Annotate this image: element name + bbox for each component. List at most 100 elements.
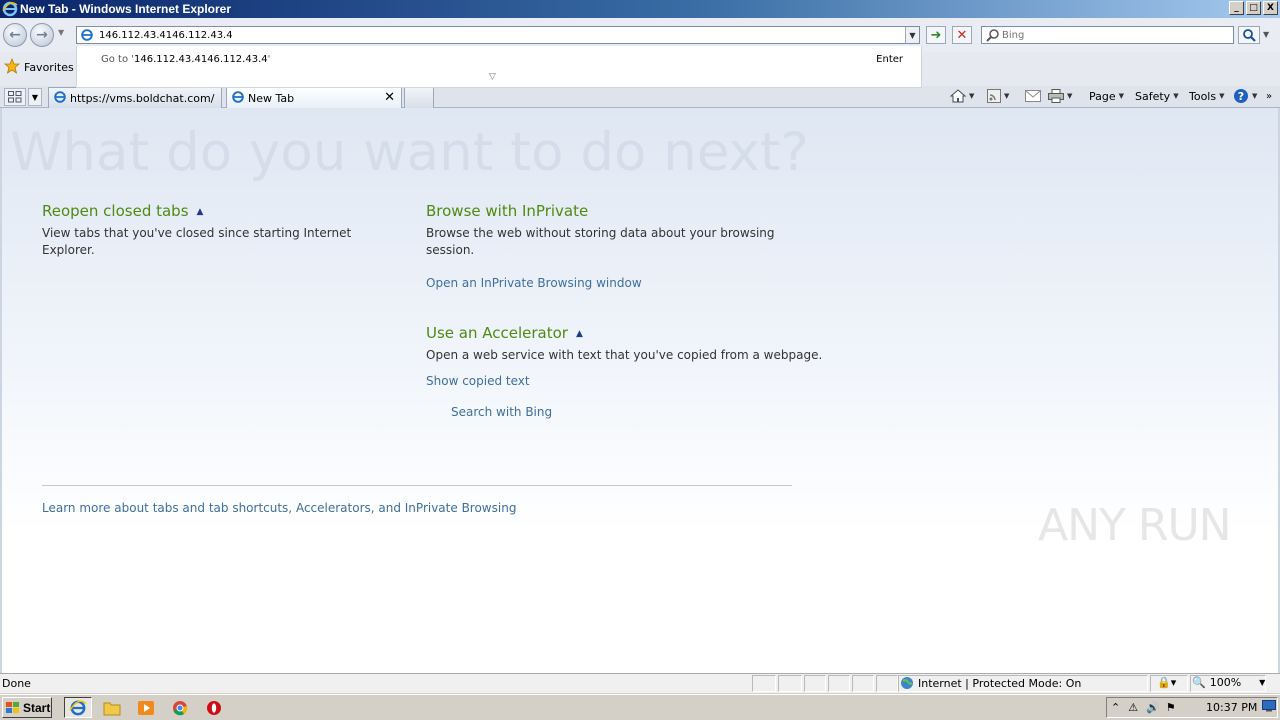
favorites-star-icon	[3, 57, 21, 77]
volume-icon[interactable]: 🔊	[1146, 701, 1160, 714]
flag-icon[interactable]: ⚑	[1166, 701, 1176, 714]
status-cell	[876, 675, 898, 692]
feeds-chevron-icon[interactable]: ▼	[1004, 92, 1009, 100]
home-icon	[950, 89, 966, 103]
goto-suggestion[interactable]: Go to '146.112.43.4146.112.43.4'	[101, 54, 270, 65]
svg-text:?: ?	[1238, 90, 1244, 103]
search-input[interactable]	[1002, 28, 1230, 42]
taskbar-chrome-button[interactable]	[166, 697, 194, 718]
security-zone[interactable]: Internet | Protected Mode: On	[900, 676, 1081, 690]
new-tab-page: What do you want to do next? Reopen clos…	[0, 108, 1280, 673]
status-cell	[828, 675, 850, 692]
new-tab-button[interactable]	[404, 87, 434, 108]
tab-new-tab[interactable]: New Tab ✕	[226, 87, 402, 108]
recent-pages-chevron-icon[interactable]: ▼	[58, 28, 64, 37]
close-button[interactable]: X	[1263, 1, 1278, 15]
home-button[interactable]: ▼	[950, 87, 974, 105]
go-button[interactable]: ➜	[926, 26, 946, 44]
print-button[interactable]: ▼	[1048, 87, 1072, 105]
learn-more-link[interactable]: Learn more about tabs and tab shortcuts,…	[42, 501, 516, 515]
quick-tabs-button[interactable]	[4, 88, 26, 106]
goto-suffix: '	[267, 54, 271, 65]
status-cell	[752, 675, 776, 692]
status-cell	[852, 675, 874, 692]
action-center-icon[interactable]: ⚠	[1128, 701, 1138, 714]
tab-boldchat[interactable]: https://vms.boldchat.com/	[48, 87, 222, 108]
read-mail-button[interactable]	[1025, 87, 1041, 105]
lock-icon: 🔒▾	[1157, 676, 1177, 689]
show-copied-text-link[interactable]: Show copied text	[426, 374, 530, 388]
favorites-button[interactable]: Favorites	[3, 57, 74, 77]
status-bar: Done Internet | Protected Mode: On 🔒▾ 🔍 …	[0, 673, 1280, 693]
magnifier-icon	[1243, 29, 1256, 42]
zoom-control[interactable]: 🔍 100% ▼	[1192, 676, 1265, 689]
back-arrow-icon: ←	[9, 27, 21, 43]
chrome-icon	[173, 700, 188, 715]
favorites-bar: Favorites	[0, 52, 76, 88]
forward-arrow-icon: →	[36, 27, 48, 43]
inprivate-description: Browse the web without storing data abou…	[426, 226, 775, 257]
page-menu[interactable]: Page ▼	[1089, 87, 1124, 105]
window-title: New Tab - Windows Internet Explorer	[20, 2, 232, 16]
quick-tabs-grid-icon	[8, 91, 22, 103]
opera-icon	[207, 700, 221, 715]
feeds-button[interactable]: ▼	[987, 87, 1009, 105]
help-menu[interactable]: ? ▼	[1233, 87, 1257, 105]
goto-url: 146.112.43.4146.112.43.4	[134, 54, 268, 65]
inprivate-heading: Browse with InPrivate	[426, 202, 589, 220]
printer-icon	[1048, 89, 1064, 103]
address-dropdown-chevron-icon[interactable]: ▼	[905, 27, 919, 43]
ie-taskbar-icon	[69, 700, 87, 715]
stop-button[interactable]: ✕	[952, 26, 972, 44]
taskbar-ie-button[interactable]	[64, 697, 92, 718]
zoom-magnifier-icon: 🔍	[1192, 676, 1206, 689]
taskbar-opera-button[interactable]	[200, 697, 228, 718]
start-button[interactable]: Start	[2, 697, 52, 718]
tab-list-chevron-icon[interactable]: ▼	[28, 88, 42, 106]
forward-button[interactable]: →	[30, 23, 54, 47]
address-input[interactable]	[99, 28, 899, 42]
close-tab-icon[interactable]: ✕	[384, 90, 395, 105]
safety-menu[interactable]: Safety ▼	[1135, 87, 1179, 105]
page-headline: What do you want to do next?	[10, 122, 809, 183]
go-arrow-icon: ➜	[930, 27, 942, 43]
collapse-caret-icon[interactable]: ▲	[576, 329, 583, 339]
home-chevron-icon[interactable]: ▼	[969, 92, 974, 100]
page-ie-icon	[80, 28, 94, 45]
search-with-bing-link[interactable]: Search with Bing	[451, 405, 552, 419]
maximize-button[interactable]: □	[1246, 1, 1261, 15]
taskbar-media-player-button[interactable]	[132, 697, 160, 718]
back-button[interactable]: ←	[3, 23, 27, 47]
reopen-closed-tabs-heading[interactable]: Reopen closed tabs ▲	[42, 202, 203, 220]
protected-mode-cell[interactable]: 🔒▾	[1150, 675, 1188, 692]
show-desktop-icon[interactable]	[1262, 700, 1276, 715]
collapse-caret-icon[interactable]: ▲	[197, 207, 204, 217]
tab-label: https://vms.boldchat.com/	[70, 91, 215, 105]
minimize-button[interactable]: _	[1229, 1, 1244, 15]
clock[interactable]: 10:37 PM	[1206, 701, 1257, 714]
search-options-chevron-icon[interactable]: ▼	[1263, 30, 1269, 39]
help-chevron-icon: ▼	[1252, 92, 1258, 100]
open-inprivate-link[interactable]: Open an InPrivate Browsing window	[426, 276, 642, 290]
search-button[interactable]	[1238, 26, 1260, 44]
show-hidden-icons-icon[interactable]: ⌃	[1111, 701, 1120, 714]
accelerator-heading[interactable]: Use an Accelerator ▲	[426, 324, 583, 342]
taskbar-explorer-button[interactable]	[98, 697, 126, 718]
help-icon: ?	[1234, 89, 1248, 103]
tools-menu[interactable]: Tools ▼	[1189, 87, 1225, 105]
anyrun-watermark: ANY RUN	[1038, 500, 1232, 551]
address-bar[interactable]: ▼	[76, 26, 920, 44]
print-chevron-icon[interactable]: ▼	[1067, 92, 1072, 100]
more-commands-chevron-icon[interactable]: »	[1266, 87, 1272, 105]
accelerator-description: Open a web service with text that you've…	[426, 348, 823, 362]
media-player-icon	[138, 700, 154, 715]
dropdown-expand-chevron-icon[interactable]: ▽	[489, 72, 496, 82]
window-titlebar[interactable]: New Tab - Windows Internet Explorer _ □ …	[0, 0, 1280, 18]
goto-prefix: Go to '	[101, 54, 135, 65]
start-label: Start	[23, 700, 51, 715]
reopen-description: View tabs that you've closed since start…	[42, 226, 352, 257]
page-menu-label: Page	[1089, 89, 1116, 103]
windows-logo-icon	[6, 701, 19, 713]
zoom-chevron-icon[interactable]: ▼	[1259, 678, 1265, 687]
search-box[interactable]	[981, 26, 1234, 44]
